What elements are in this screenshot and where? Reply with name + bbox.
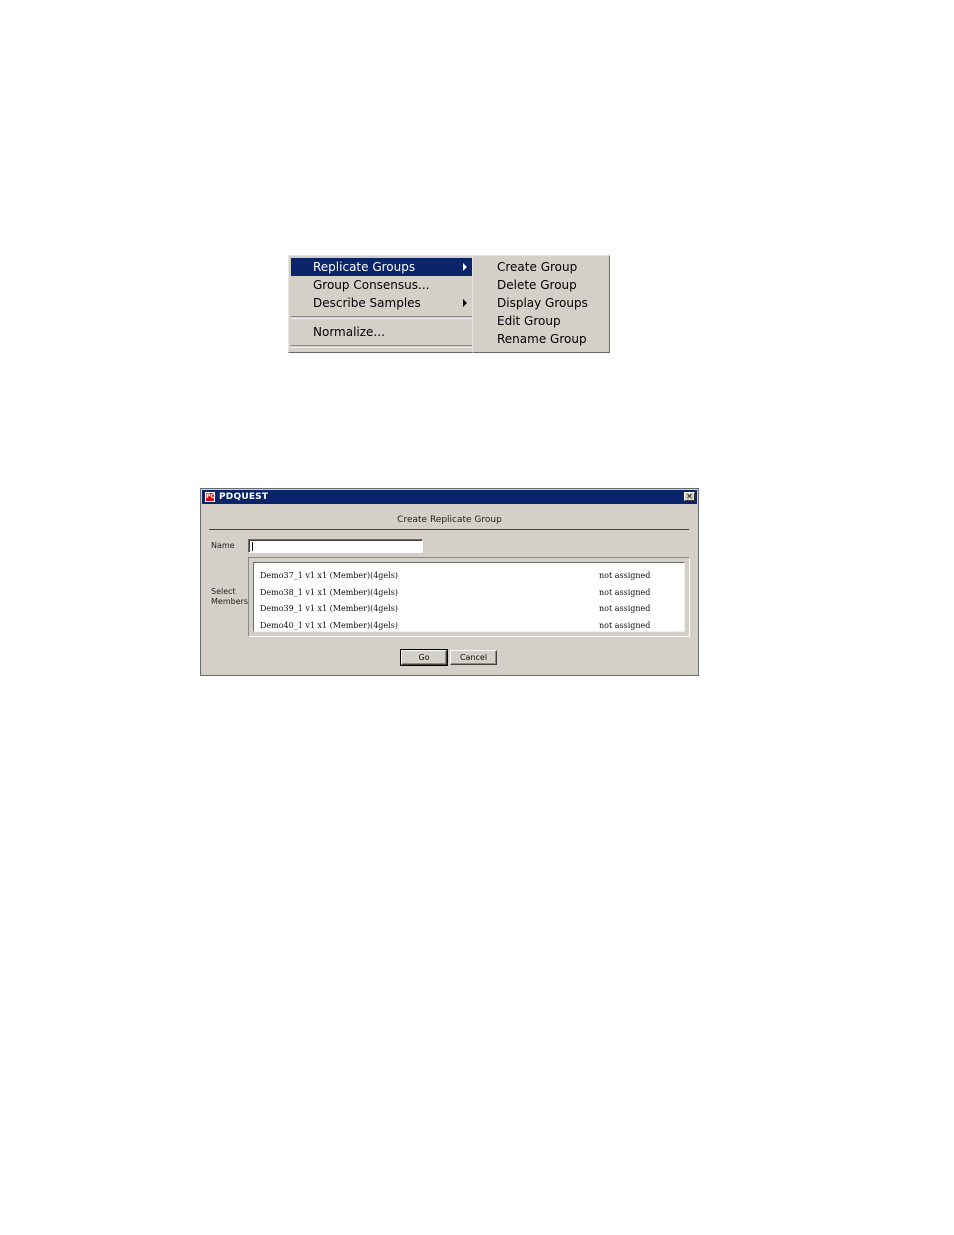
context-menu: Replicate Groups Group Consensus... Desc… [288, 255, 475, 353]
member-status: not assigned [599, 571, 651, 580]
title-bar[interactable]: PQ PDQUEST ✕ [202, 490, 697, 504]
menu-item-normalize[interactable]: Normalize... [291, 323, 472, 341]
submenu-item-create-group[interactable]: Create Group [475, 258, 607, 276]
members-label: Members [211, 597, 249, 606]
close-icon[interactable]: ✕ [684, 492, 695, 501]
menu-item-label: Describe Samples [313, 296, 421, 310]
list-item[interactable]: Demo38_1 v1 x1 (Member)(4gels) not assig… [260, 588, 678, 602]
list-item[interactable]: Demo37_1 v1 x1 (Member)(4gels) not assig… [260, 571, 678, 585]
member-status: not assigned [599, 604, 651, 613]
member-name: Demo40_1 v1 x1 (Member)(4gels) [260, 621, 398, 630]
submenu-item-edit-group[interactable]: Edit Group [475, 312, 607, 330]
menu-separator [291, 316, 472, 319]
member-status: not assigned [599, 588, 651, 597]
dialog-heading: Create Replicate Group [397, 515, 502, 525]
replicate-groups-submenu: Create Group Delete Group Display Groups… [472, 255, 610, 353]
window-title: PDQUEST [219, 492, 269, 502]
submenu-item-display-groups[interactable]: Display Groups [475, 294, 607, 312]
member-name: Demo39_1 v1 x1 (Member)(4gels) [260, 604, 398, 613]
list-item[interactable]: Demo39_1 v1 x1 (Member)(4gels) not assig… [260, 604, 678, 618]
name-input[interactable] [248, 539, 423, 553]
submenu-item-label: Display Groups [497, 296, 588, 310]
menu-item-label: Normalize... [313, 325, 385, 339]
app-icon: PQ [205, 492, 216, 502]
heading-divider [209, 529, 689, 530]
list-item[interactable]: Demo40_1 v1 x1 (Member)(4gels) not assig… [260, 621, 678, 635]
name-label: Name [211, 541, 235, 550]
cancel-button[interactable]: Cancel [450, 650, 497, 665]
menu-item-label: Replicate Groups [313, 260, 416, 274]
submenu-item-rename-group[interactable]: Rename Group [475, 330, 607, 348]
member-status: not assigned [599, 621, 651, 630]
go-button[interactable]: Go [400, 649, 448, 666]
select-label: Select [211, 587, 236, 596]
submenu-item-label: Edit Group [497, 314, 561, 328]
submenu-item-delete-group[interactable]: Delete Group [475, 276, 607, 294]
member-name: Demo37_1 v1 x1 (Member)(4gels) [260, 571, 398, 580]
member-name: Demo38_1 v1 x1 (Member)(4gels) [260, 588, 398, 597]
menu-item-label: Group Consensus... [313, 278, 430, 292]
submenu-item-label: Delete Group [497, 278, 577, 292]
menu-item-replicate-groups[interactable]: Replicate Groups [291, 258, 472, 276]
menu-item-describe-samples[interactable]: Describe Samples [291, 294, 472, 312]
submenu-arrow-icon [463, 263, 467, 271]
members-list[interactable]: Demo37_1 v1 x1 (Member)(4gels) not assig… [253, 562, 685, 632]
submenu-arrow-icon [463, 299, 467, 307]
menu-item-group-consensus[interactable]: Group Consensus... [291, 276, 472, 294]
menu-separator [291, 345, 472, 348]
submenu-item-label: Create Group [497, 260, 578, 274]
submenu-item-label: Rename Group [497, 332, 587, 346]
members-list-frame: Demo37_1 v1 x1 (Member)(4gels) not assig… [248, 557, 690, 637]
text-caret [252, 542, 253, 551]
